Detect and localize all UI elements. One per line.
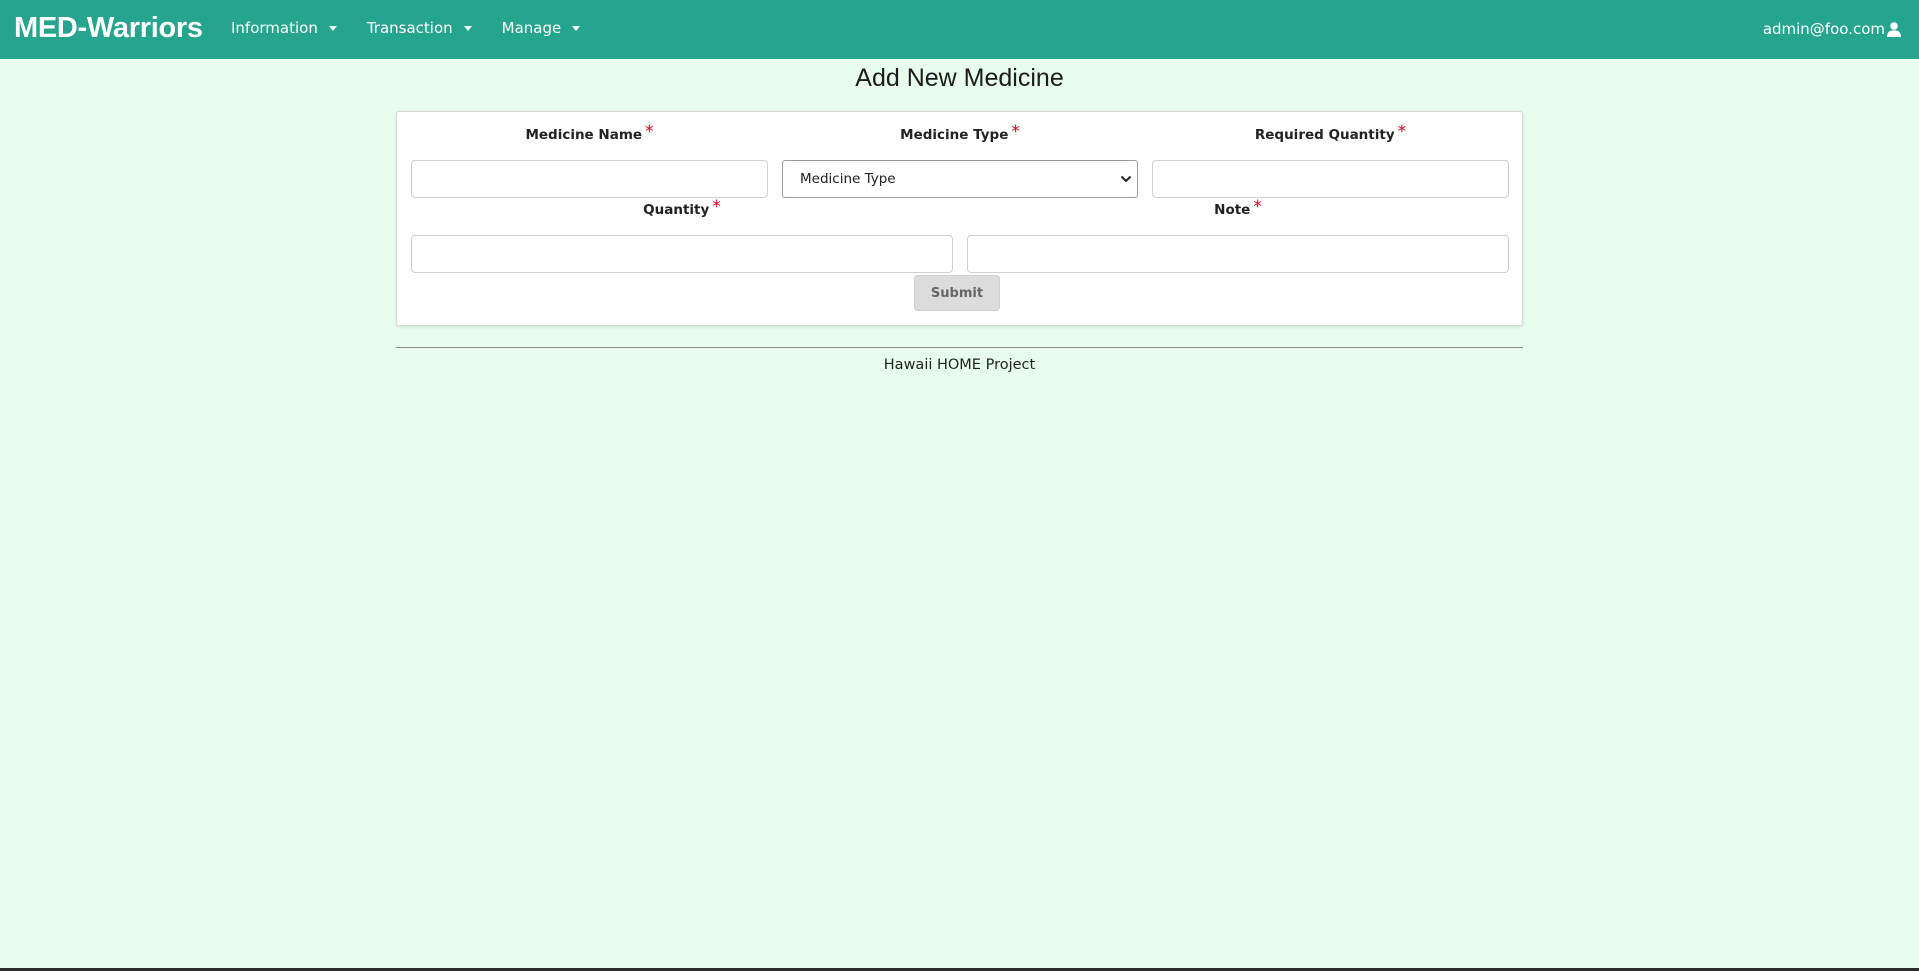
caret-down-icon	[572, 25, 581, 31]
required-asterisk: *	[645, 122, 654, 142]
user-icon	[1887, 21, 1901, 37]
quantity-input[interactable]	[411, 235, 953, 273]
select-value: Medicine Type	[800, 171, 896, 187]
quantity-label: Quantity *	[411, 197, 953, 219]
label-text: Medicine Name	[525, 127, 643, 143]
required-quantity-label: Required Quantity *	[1152, 122, 1509, 144]
label-text: Required Quantity	[1254, 127, 1395, 143]
nav-dropdown-label: Manage	[501, 19, 562, 37]
nav-dropdown-transaction[interactable]: Transaction	[367, 19, 472, 37]
chevron-down-icon	[1120, 175, 1132, 183]
page-title: Add New Medicine	[855, 64, 1064, 92]
footer-divider	[396, 347, 1523, 348]
user-menu[interactable]: admin@foo.com	[1763, 20, 1901, 38]
medicine-type-label: Medicine Type *	[782, 122, 1138, 144]
nav-dropdown-label: Information	[231, 19, 318, 37]
note-label: Note *	[967, 197, 1509, 219]
label-text: Medicine Type	[900, 127, 1009, 143]
required-asterisk: *	[1253, 197, 1262, 217]
required-asterisk: *	[1397, 122, 1407, 142]
label-text: Quantity	[643, 202, 710, 218]
medicine-name-label: Medicine Name *	[411, 122, 768, 144]
medicine-name-input[interactable]	[411, 160, 768, 198]
top-navbar: MED-Warriors Information Transaction Man…	[0, 0, 1919, 59]
required-quantity-input[interactable]	[1152, 160, 1509, 198]
user-email: admin@foo.com	[1762, 20, 1885, 38]
caret-down-icon	[463, 25, 472, 31]
nav-dropdown-label: Transaction	[366, 19, 453, 37]
brand-logo[interactable]: MED-Warriors	[14, 12, 203, 45]
submit-button[interactable]: Submit	[914, 275, 1000, 311]
label-text: Note	[1214, 202, 1251, 218]
nav-dropdown-information[interactable]: Information	[231, 19, 337, 37]
required-asterisk: *	[712, 197, 721, 217]
medicine-form-card: Medicine Name * Medicine Type * Medicine T…	[396, 111, 1523, 326]
caret-down-icon	[328, 25, 337, 31]
footer-text: Hawaii HOME Project	[883, 357, 1036, 373]
note-input[interactable]	[967, 235, 1509, 273]
nav-menu: Information Transaction Manage	[231, 19, 610, 37]
medicine-type-select[interactable]: Medicine Type	[782, 160, 1138, 198]
required-asterisk: *	[1011, 122, 1020, 142]
nav-dropdown-manage[interactable]: Manage	[502, 19, 581, 37]
